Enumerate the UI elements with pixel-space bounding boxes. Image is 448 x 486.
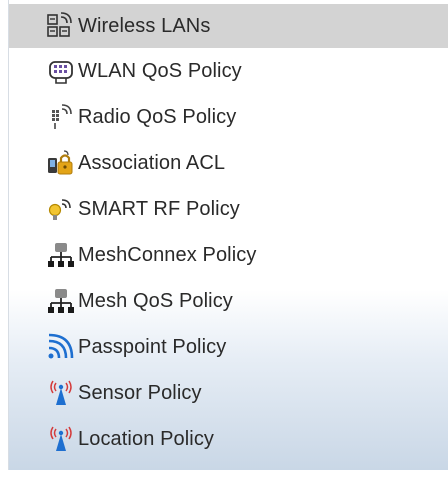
menu-item-radio-qos-policy[interactable]: Radio QoS Policy (9, 94, 448, 140)
menu-item-mesh-qos-policy[interactable]: Mesh QoS Policy (9, 278, 448, 324)
menu-item-wireless-lans[interactable]: Wireless LANs (9, 4, 448, 48)
policy-menu: Wireless LANs WLAN QoS Policy Radio QoS … (9, 4, 448, 462)
menu-item-label: Mesh QoS Policy (78, 289, 233, 312)
passpoint-icon (46, 332, 76, 362)
menu-item-label: Location Policy (78, 427, 215, 450)
menu-item-label: Association ACL (78, 151, 226, 174)
menu-item-label: Sensor Policy (78, 381, 202, 404)
smart-rf-icon (46, 194, 76, 224)
menu-item-smart-rf-policy[interactable]: SMART RF Policy (9, 186, 448, 232)
menu-item-wlan-qos-policy[interactable]: WLAN QoS Policy (9, 48, 448, 94)
menu-item-passpoint-policy[interactable]: Passpoint Policy (9, 324, 448, 370)
location-icon (46, 424, 76, 454)
association-acl-icon (46, 148, 76, 178)
menu-item-meshconnex-policy[interactable]: MeshConnex Policy (9, 232, 448, 278)
meshconnex-icon (46, 240, 76, 270)
menu-item-sensor-policy[interactable]: Sensor Policy (9, 370, 448, 416)
mesh-qos-icon (46, 286, 76, 316)
menu-item-label: WLAN QoS Policy (78, 59, 242, 82)
menu-item-label: Wireless LANs (78, 14, 211, 37)
wlan-qos-icon (46, 56, 76, 86)
menu-item-label: SMART RF Policy (78, 197, 240, 220)
menu-item-location-policy[interactable]: Location Policy (9, 416, 448, 462)
menu-item-label: Radio QoS Policy (78, 105, 237, 128)
navigation-panel: Wireless LANs WLAN QoS Policy Radio QoS … (8, 0, 448, 470)
menu-item-association-acl[interactable]: Association ACL (9, 140, 448, 186)
wireless-lan-icon (46, 11, 76, 41)
menu-item-label: Passpoint Policy (78, 335, 227, 358)
sensor-icon (46, 378, 76, 408)
menu-item-label: MeshConnex Policy (78, 243, 257, 266)
radio-qos-icon (46, 102, 76, 132)
